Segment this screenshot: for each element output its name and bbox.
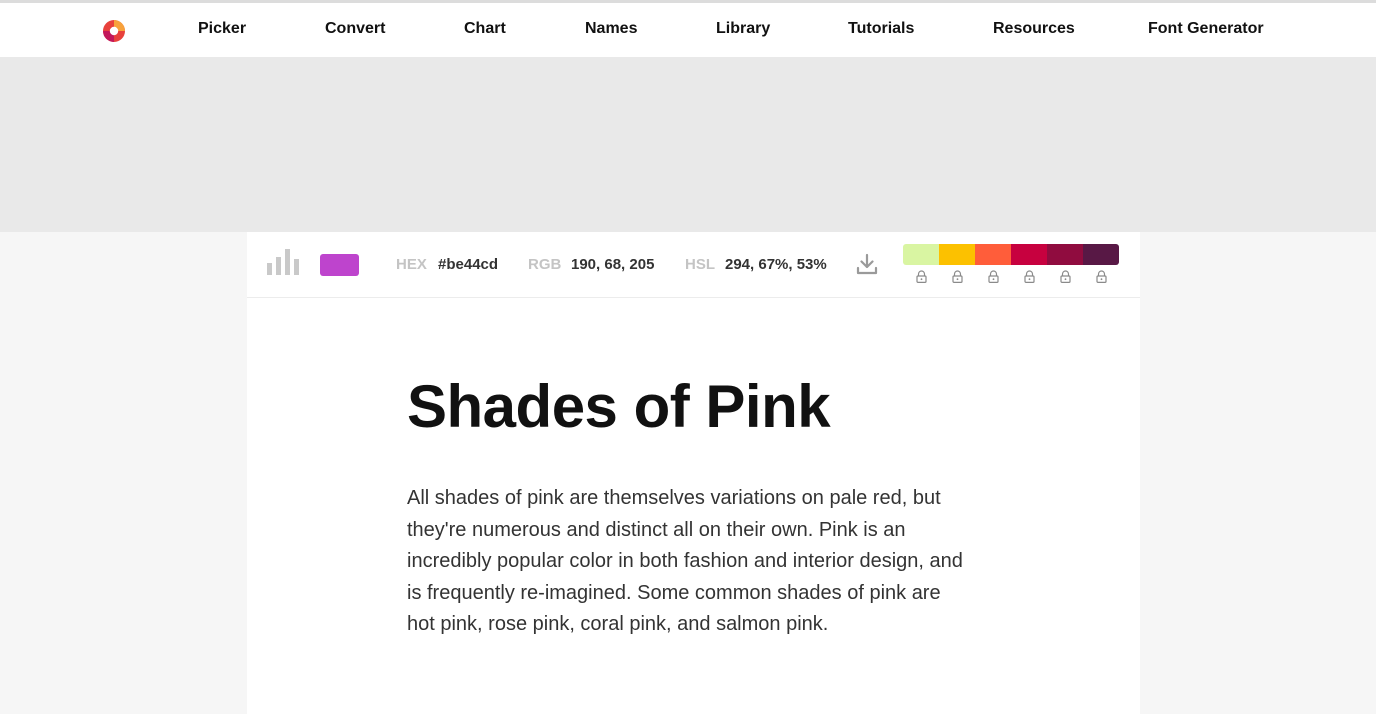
lock-icon[interactable]	[903, 270, 939, 284]
page-title: Shades of Pink	[407, 373, 831, 440]
nav-picker[interactable]: Picker	[198, 20, 246, 38]
nav-tutorials[interactable]: Tutorials	[848, 20, 914, 38]
palette-chip[interactable]	[1047, 244, 1083, 265]
palette-locks	[903, 270, 1119, 284]
nav-names[interactable]: Names	[585, 20, 637, 38]
hsl-value[interactable]: 294, 67%, 53%	[725, 256, 827, 273]
logo-icon[interactable]	[102, 19, 126, 43]
lock-icon[interactable]	[975, 270, 1011, 284]
color-toolbar: HEX #be44cd RGB 190, 68, 205 HSL 294, 67…	[247, 232, 1140, 298]
palette-chip[interactable]	[939, 244, 975, 265]
nav-chart[interactable]: Chart	[464, 20, 506, 38]
palette-chip[interactable]	[1011, 244, 1047, 265]
current-color-swatch[interactable]	[320, 254, 359, 276]
nav-resources[interactable]: Resources	[993, 20, 1075, 38]
rgb-label: RGB	[528, 256, 562, 273]
palette-strip	[903, 244, 1119, 265]
lock-icon[interactable]	[1011, 270, 1047, 284]
palette-chip[interactable]	[1083, 244, 1119, 265]
nav-font-generator[interactable]: Font Generator	[1148, 20, 1264, 38]
hsl-label: HSL	[685, 256, 715, 273]
bar-chart-icon[interactable]	[267, 249, 301, 275]
download-icon[interactable]	[855, 252, 879, 276]
palette-chip[interactable]	[975, 244, 1011, 265]
nav-library[interactable]: Library	[716, 20, 770, 38]
lock-icon[interactable]	[1083, 270, 1119, 284]
lock-icon[interactable]	[939, 270, 975, 284]
nav-convert[interactable]: Convert	[325, 20, 385, 38]
rgb-value[interactable]: 190, 68, 205	[571, 256, 654, 273]
hex-value[interactable]: #be44cd	[438, 256, 498, 273]
content-card: HEX #be44cd RGB 190, 68, 205 HSL 294, 67…	[247, 232, 1140, 714]
palette-chip[interactable]	[903, 244, 939, 265]
ad-placeholder	[0, 57, 1376, 232]
lock-icon[interactable]	[1047, 270, 1083, 284]
hex-label: HEX	[396, 256, 427, 273]
page-description: All shades of pink are themselves variat…	[407, 487, 963, 635]
top-navbar: Picker Convert Chart Names Library Tutor…	[0, 3, 1376, 57]
